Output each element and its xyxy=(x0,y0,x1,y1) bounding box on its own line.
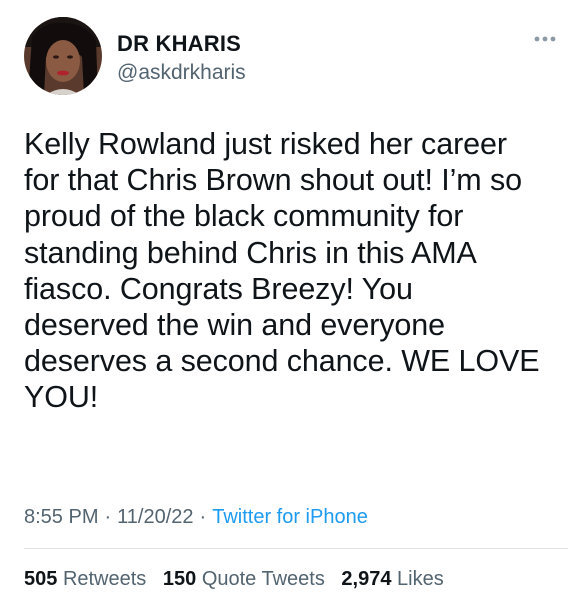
quote-tweets-label: Quote Tweets xyxy=(201,568,325,590)
tweet-source-link[interactable]: Twitter for iPhone xyxy=(212,506,368,528)
more-options-icon[interactable] xyxy=(532,32,558,46)
avatar-photo-icon xyxy=(24,17,102,95)
meta-separator: · xyxy=(199,506,207,528)
retweets-label: Retweets xyxy=(62,568,147,590)
tweet-stats: 505 Retweets 150 Quote Tweets 2,974 Like… xyxy=(24,566,455,592)
likes-count: 2,974 xyxy=(341,568,392,590)
divider xyxy=(24,548,568,549)
retweets-count: 505 xyxy=(24,568,58,590)
tweet-metadata: 8:55 PM · 11/20/22 · Twitter for iPhone xyxy=(24,504,368,530)
tweet-time[interactable]: 8:55 PM xyxy=(24,506,98,528)
author-display-name[interactable]: DR KHARIS xyxy=(117,31,241,57)
tweet-text: Kelly Rowland just risked her career for… xyxy=(24,127,540,415)
likes-stat[interactable]: 2,974 Likes xyxy=(341,568,443,590)
author-handle[interactable]: @askdrkharis xyxy=(117,60,246,86)
tweet-date[interactable]: 11/20/22 xyxy=(117,506,193,528)
likes-label: Likes xyxy=(397,568,444,590)
tweet-card: DR KHARIS @askdrkharis Kelly Rowland jus… xyxy=(0,0,576,600)
retweets-stat[interactable]: 505 Retweets xyxy=(24,568,146,590)
meta-separator: · xyxy=(104,506,112,528)
quote-tweets-stat[interactable]: 150 Quote Tweets xyxy=(163,568,325,590)
author-avatar[interactable] xyxy=(24,17,102,95)
quote-tweets-count: 150 xyxy=(162,568,197,590)
